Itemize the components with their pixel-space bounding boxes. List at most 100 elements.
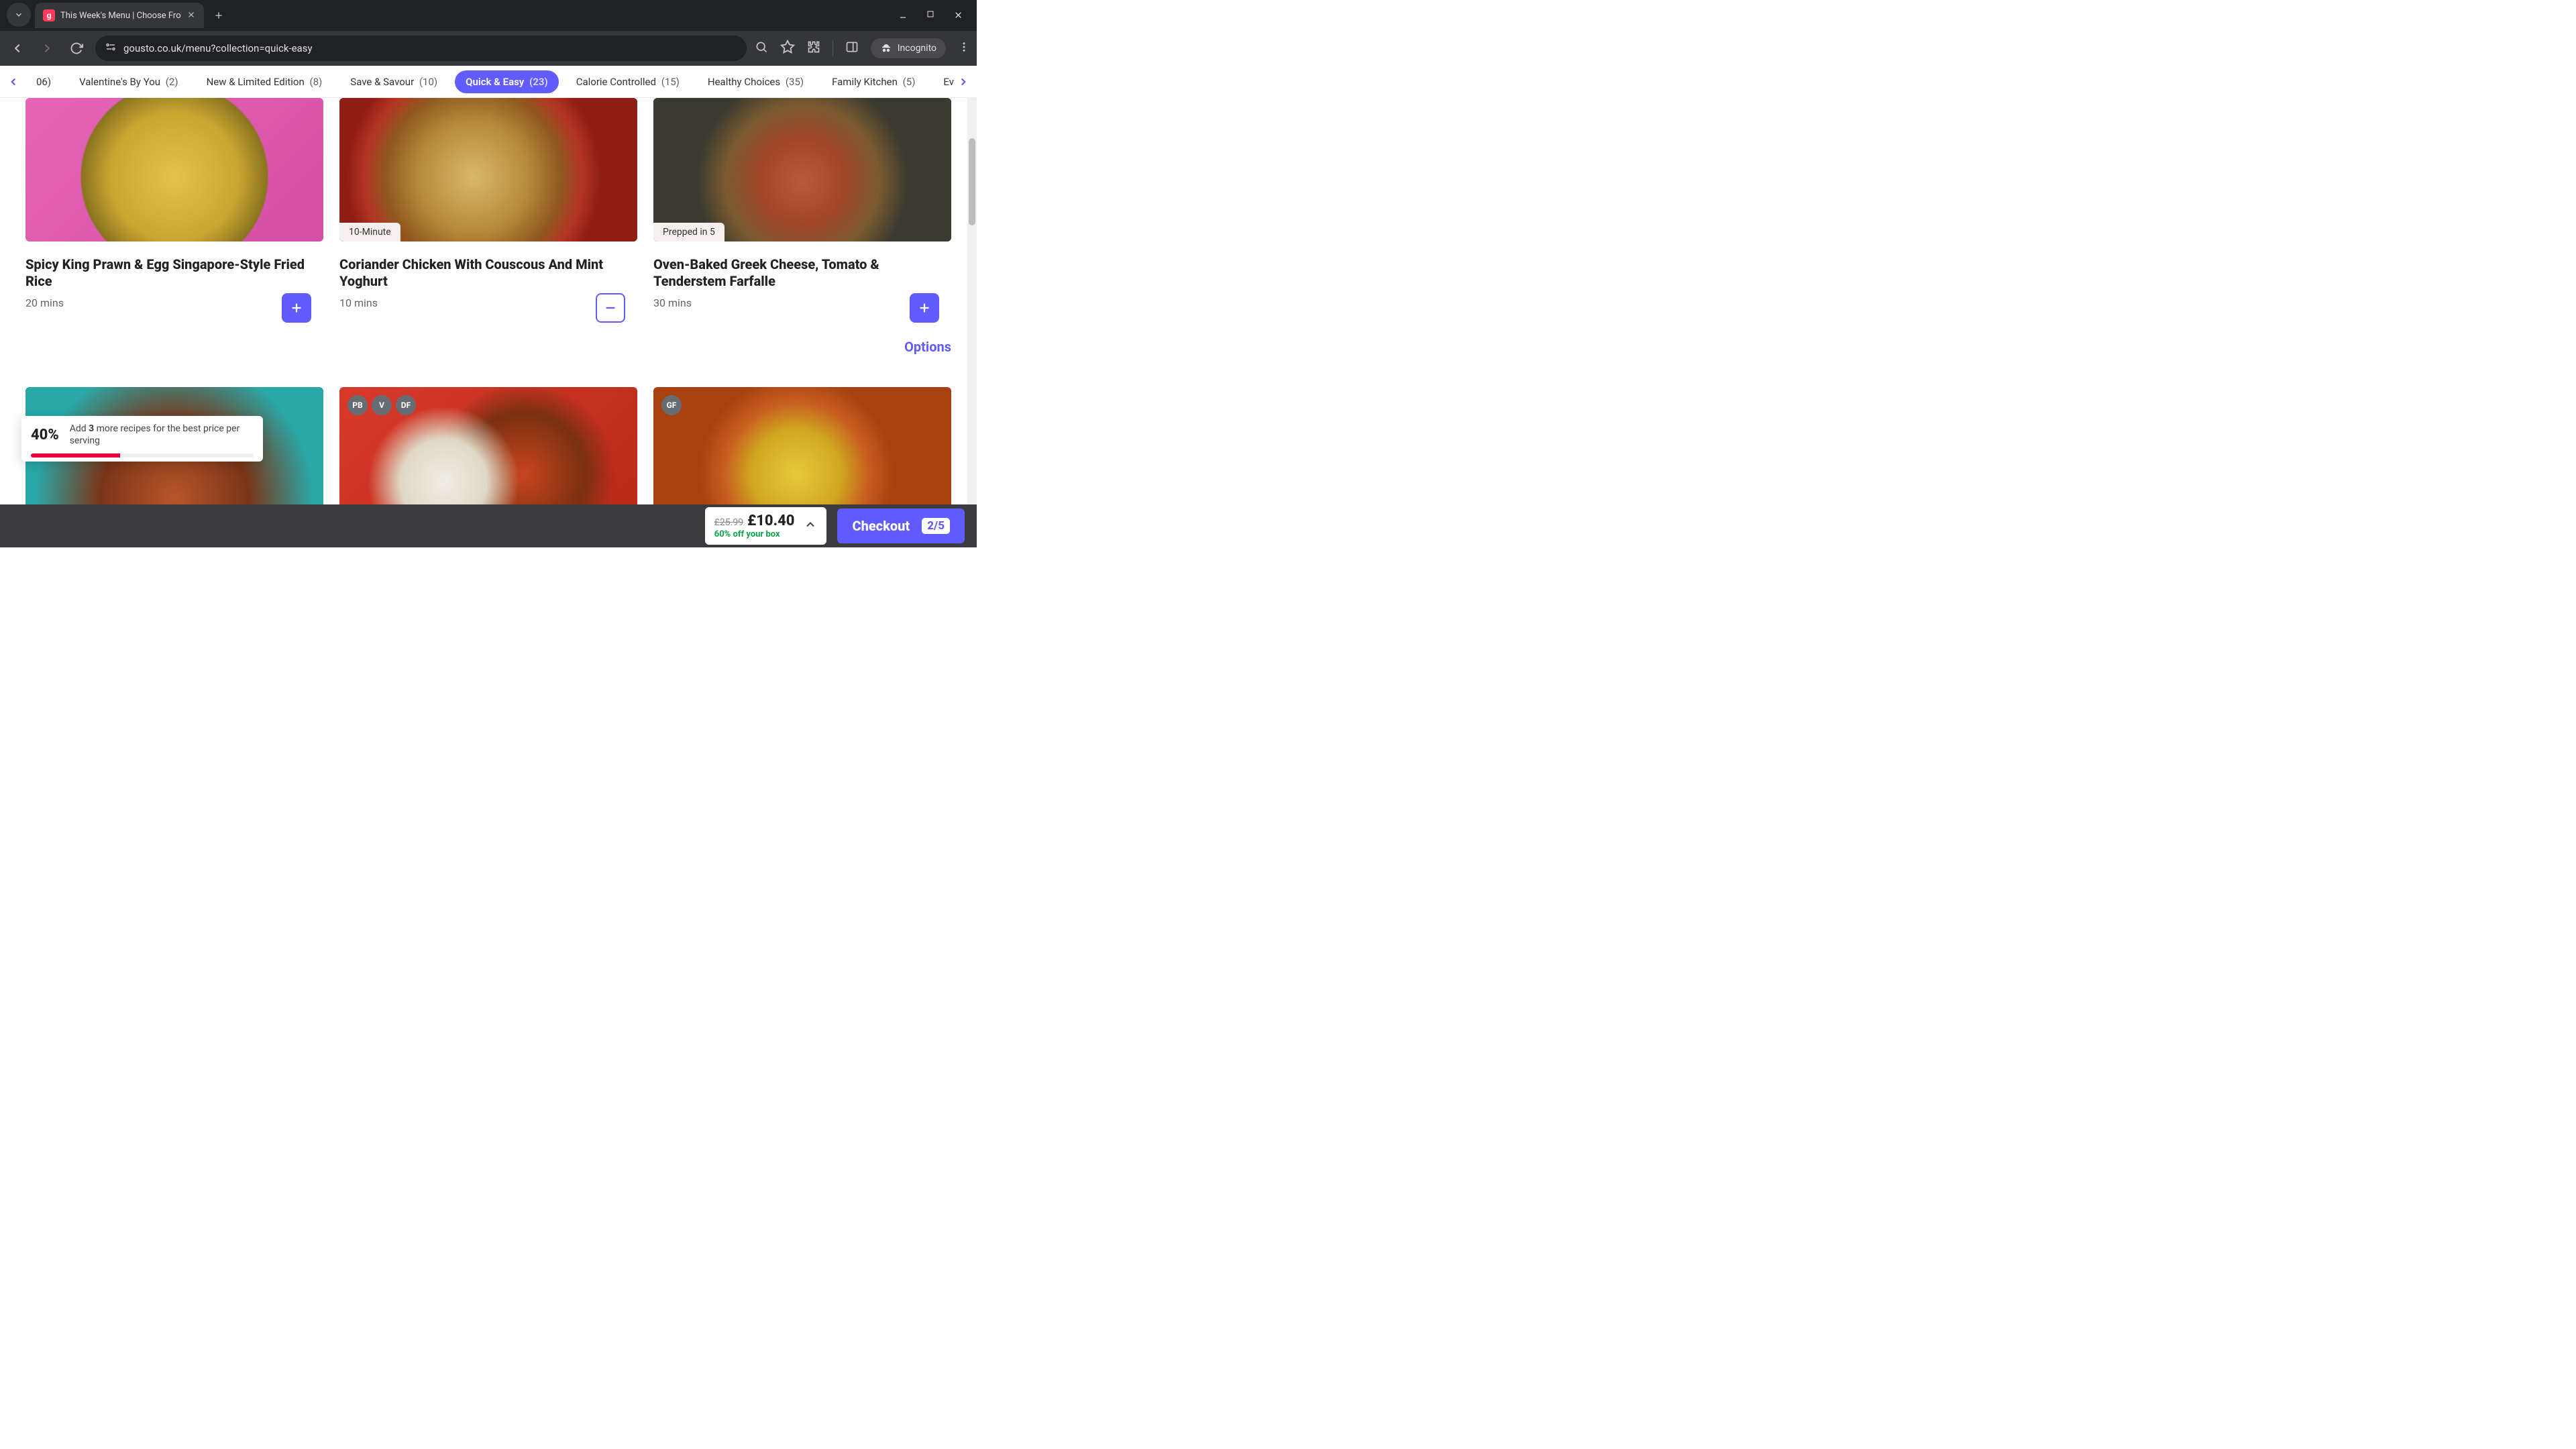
- arrow-right-icon: [40, 41, 54, 56]
- diet-badge: DF: [396, 395, 416, 415]
- tooltip-text: Add 3 more recipes for the best price pe…: [70, 423, 254, 447]
- back-button[interactable]: [7, 38, 28, 59]
- scrollbar-thumb[interactable]: [969, 138, 975, 225]
- close-window-button[interactable]: [953, 10, 963, 23]
- checkout-label: Checkout: [852, 518, 910, 534]
- recipe-title: Coriander Chicken With Couscous And Mint…: [339, 256, 637, 290]
- browser-toolbar: gousto.co.uk/menu?collection=quick-easy …: [0, 31, 977, 66]
- category-pill-family[interactable]: Family Kitchen (5): [821, 70, 926, 93]
- new-tab-button[interactable]: [208, 5, 229, 26]
- close-icon: [953, 10, 963, 20]
- tab-title: This Week's Menu | Choose Fro: [60, 11, 181, 21]
- checkout-button[interactable]: Checkout 2/5: [837, 508, 965, 543]
- forward-button[interactable]: [36, 38, 58, 59]
- recipes-content[interactable]: Spicy King Prawn & Egg Singapore-Style F…: [0, 98, 977, 547]
- diet-badges: GF: [661, 395, 682, 415]
- browser-tab-strip: g This Week's Menu | Choose Fro: [0, 0, 977, 31]
- diet-badge: GF: [661, 395, 682, 415]
- recipe-card[interactable]: 10-Minute Coriander Chicken With Couscou…: [339, 98, 637, 309]
- food-photo: [25, 98, 323, 241]
- menu-button[interactable]: [958, 41, 970, 56]
- scrollbar-track[interactable]: [967, 98, 977, 504]
- price-progress-tooltip: 40% Add 3 more recipes for the best pric…: [21, 416, 263, 462]
- diet-badge: PB: [347, 395, 368, 415]
- add-recipe-button[interactable]: [910, 293, 939, 323]
- recipe-count-badge: 2/5: [922, 518, 950, 534]
- category-pill-calorie[interactable]: Calorie Controlled (15): [566, 70, 690, 93]
- minus-icon: [603, 301, 618, 315]
- diet-badges: PB V DF: [347, 395, 416, 415]
- browser-tab[interactable]: g This Week's Menu | Choose Fro: [35, 3, 204, 28]
- puzzle-icon: [807, 40, 820, 54]
- chevron-up-icon: [804, 518, 817, 531]
- recipe-tag: 10-Minute: [339, 223, 400, 241]
- plus-icon: [917, 301, 932, 315]
- recipe-title: Oven-Baked Greek Cheese, Tomato & Tender…: [653, 256, 951, 290]
- scroll-categories-right[interactable]: [954, 72, 973, 91]
- chevron-right-icon: [957, 76, 969, 88]
- window-controls: [898, 10, 977, 31]
- tab-search-button[interactable]: [7, 3, 31, 27]
- toolbar-actions: Incognito: [755, 38, 970, 58]
- close-icon: [186, 10, 196, 19]
- recipe-time: 30 mins: [653, 297, 951, 309]
- chevron-down-icon: [14, 10, 23, 19]
- recipe-tag: Prepped in 5: [653, 223, 724, 241]
- sidepanel-button[interactable]: [845, 40, 859, 56]
- url-text: gousto.co.uk/menu?collection=quick-easy: [123, 42, 313, 54]
- recipe-time: 20 mins: [25, 297, 323, 309]
- progress-bar: [31, 453, 254, 458]
- category-pill-healthy[interactable]: Healthy Choices (35): [697, 70, 814, 93]
- recipe-image: Prepped in 5: [653, 98, 951, 241]
- star-icon: [780, 40, 795, 54]
- address-bar[interactable]: gousto.co.uk/menu?collection=quick-easy: [95, 36, 747, 61]
- checkout-bar: £25.99 £10.40 60% off your box Checkout …: [0, 504, 977, 547]
- close-tab-button[interactable]: [186, 9, 196, 22]
- progress-percent: 40%: [31, 427, 59, 443]
- incognito-label: Incognito: [898, 43, 936, 54]
- kebab-icon: [958, 41, 970, 53]
- minimize-button[interactable]: [898, 10, 908, 23]
- reload-icon: [70, 42, 83, 55]
- options-link[interactable]: Options: [25, 339, 951, 355]
- remove-recipe-button[interactable]: [596, 293, 625, 323]
- maximize-button[interactable]: [926, 10, 934, 23]
- recipe-card[interactable]: Spicy King Prawn & Egg Singapore-Style F…: [25, 98, 323, 309]
- category-pill-new-limited[interactable]: New & Limited Edition (8): [196, 70, 333, 93]
- category-pill-partial-left[interactable]: 06): [25, 70, 62, 93]
- add-recipe-button[interactable]: [282, 293, 311, 323]
- food-photo: [339, 98, 637, 241]
- recipes-grid: Spicy King Prawn & Egg Singapore-Style F…: [25, 98, 951, 545]
- maximize-icon: [926, 10, 934, 18]
- category-bar: 06) Valentine's By You (2) New & Limited…: [0, 66, 977, 98]
- site-settings-icon[interactable]: [105, 41, 117, 56]
- price-summary[interactable]: £25.99 £10.40 60% off your box: [705, 507, 827, 545]
- search-button[interactable]: [755, 40, 768, 56]
- minimize-icon: [898, 10, 908, 19]
- category-pill-quick-easy[interactable]: Quick & Easy (23): [455, 70, 559, 93]
- tab-area: g This Week's Menu | Choose Fro: [0, 0, 229, 31]
- discount-text: 60% off your box: [714, 529, 780, 539]
- incognito-icon: [880, 42, 892, 54]
- reload-button[interactable]: [66, 38, 87, 59]
- food-photo: [653, 98, 951, 241]
- incognito-badge[interactable]: Incognito: [871, 38, 946, 58]
- bookmark-button[interactable]: [780, 40, 795, 57]
- old-price: £25.99: [714, 517, 743, 528]
- progress-fill: [31, 453, 120, 458]
- scroll-categories-left[interactable]: [4, 72, 23, 91]
- expand-price-button[interactable]: [804, 518, 817, 534]
- arrow-left-icon: [10, 41, 25, 56]
- plus-icon: [213, 10, 224, 21]
- diet-badge: V: [372, 395, 392, 415]
- category-pill-valentines[interactable]: Valentine's By You (2): [68, 70, 189, 93]
- new-price: £10.40: [747, 513, 794, 529]
- extensions-button[interactable]: [807, 40, 820, 56]
- panel-icon: [845, 40, 859, 54]
- search-icon: [755, 40, 768, 54]
- recipe-image: [25, 98, 323, 241]
- recipe-title: Spicy King Prawn & Egg Singapore-Style F…: [25, 256, 323, 290]
- category-pill-save-savour[interactable]: Save & Savour (10): [339, 70, 448, 93]
- plus-icon: [289, 301, 304, 315]
- recipe-card[interactable]: Prepped in 5 Oven-Baked Greek Cheese, To…: [653, 98, 951, 309]
